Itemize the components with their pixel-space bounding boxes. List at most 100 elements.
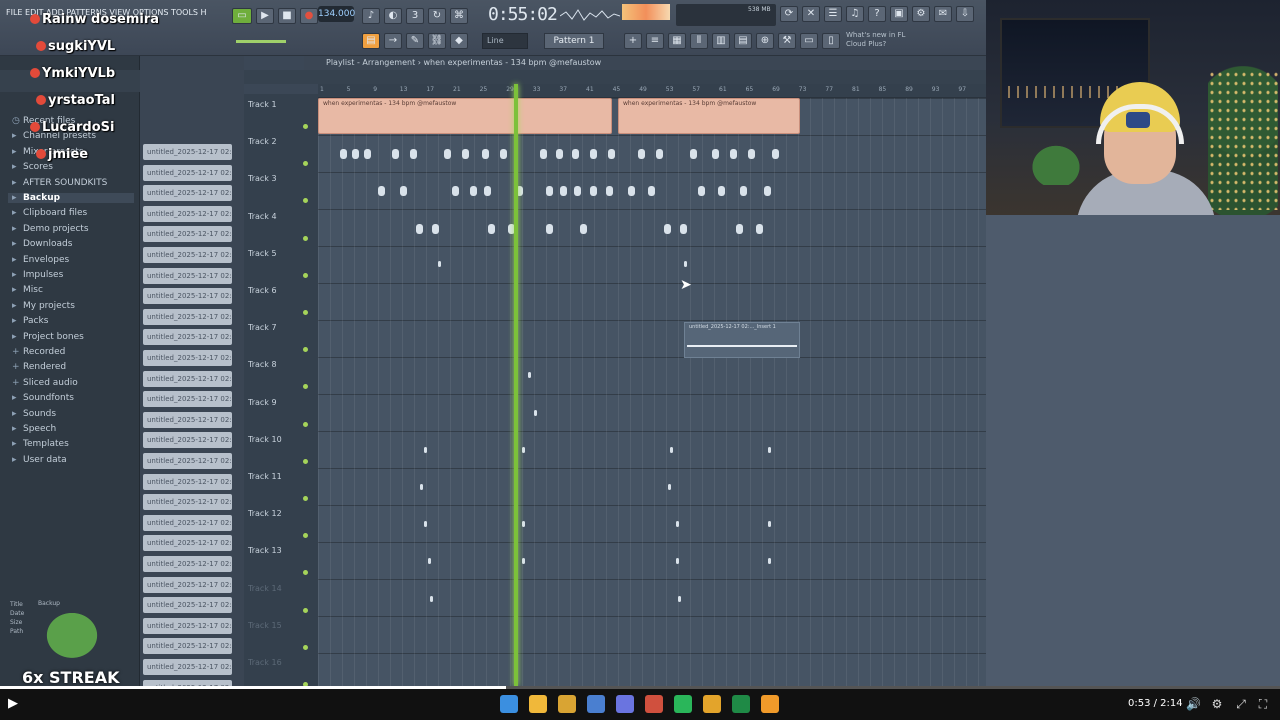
file-explorer-icon[interactable] xyxy=(529,695,547,713)
pattern-note[interactable] xyxy=(680,223,687,234)
pattern-note[interactable] xyxy=(560,186,567,197)
pattern-note[interactable] xyxy=(424,521,427,528)
browser-item[interactable]: ▸ My projects xyxy=(12,301,75,311)
pattern-note[interactable] xyxy=(522,521,525,528)
browser-item[interactable]: ▸ Misc xyxy=(12,285,43,295)
browser-item[interactable]: ▸ Envelopes xyxy=(12,255,69,265)
track-name[interactable]: Track 14 xyxy=(248,584,282,593)
pattern-note[interactable] xyxy=(534,409,537,416)
microphone-icon[interactable]: ♫ xyxy=(846,6,864,22)
browser-item[interactable]: + Sliced audio xyxy=(12,378,78,388)
browser-item[interactable]: ▸ Scores xyxy=(12,162,53,172)
chat-icon[interactable]: ✉ xyxy=(934,6,952,22)
browser-item[interactable]: ▸ User data xyxy=(12,455,67,465)
stop-icon[interactable]: ■ xyxy=(278,8,296,24)
browser-item[interactable]: ▸ Soundfonts xyxy=(12,393,74,403)
automation-clip[interactable]: untitled_2025-12-17 02:..._Insert 1 xyxy=(684,322,800,358)
project-list-item[interactable]: untitled_2025-12-17 02: xyxy=(143,205,232,222)
pattern-note[interactable] xyxy=(718,186,725,197)
track-name[interactable]: Track 8 xyxy=(248,360,277,369)
settings-icon[interactable]: ⚙ xyxy=(1210,697,1224,711)
pattern-note[interactable] xyxy=(580,223,587,234)
help-icon[interactable]: ? xyxy=(868,6,886,22)
plugin-icon[interactable]: ⚙ xyxy=(912,6,930,22)
pattern-note[interactable] xyxy=(736,223,743,234)
save-icon[interactable]: ▣ xyxy=(890,6,908,22)
project-list-item[interactable]: untitled_2025-12-17 02: xyxy=(143,308,232,325)
pattern-note[interactable] xyxy=(740,186,747,197)
track-mute-led[interactable] xyxy=(303,124,308,129)
pattern-note[interactable] xyxy=(556,149,563,160)
browser-item[interactable]: ▸ Speech xyxy=(12,424,56,434)
arrow-right-icon[interactable]: → xyxy=(384,33,402,49)
pattern-note[interactable] xyxy=(664,223,671,234)
track-mute-led[interactable] xyxy=(303,384,308,390)
pattern-note[interactable] xyxy=(452,186,459,197)
track-mute-led[interactable] xyxy=(303,458,308,464)
browser-item[interactable]: ▸ Impulses xyxy=(12,270,63,280)
track-name[interactable]: Track 16 xyxy=(248,658,282,667)
pattern-note[interactable] xyxy=(340,149,347,160)
browser-item[interactable]: ▸ Backup xyxy=(8,193,134,203)
project-list-item[interactable]: untitled_2025-12-17 02: xyxy=(143,473,232,490)
piano-roll-icon[interactable]: ▦ xyxy=(668,33,686,49)
mixer-icon[interactable]: ✕ xyxy=(802,6,820,22)
pattern-note[interactable] xyxy=(608,149,615,160)
project-list-item[interactable]: untitled_2025-12-17 02: xyxy=(143,329,232,346)
audio-clip-1[interactable]: when experimentas - 134 bpm @mefaustow xyxy=(318,98,612,134)
pattern-note[interactable] xyxy=(670,446,673,453)
browser-item[interactable]: ▸ Packs xyxy=(12,316,48,326)
channel-rack-icon[interactable]: ☰ xyxy=(824,6,842,22)
browser-item[interactable]: ▸ Templates xyxy=(12,439,69,449)
project-list-item[interactable]: untitled_2025-12-17 02: xyxy=(143,514,232,531)
track-mute-led[interactable] xyxy=(303,161,308,167)
track-mute-led[interactable] xyxy=(303,421,308,427)
browser-item[interactable]: ▸ Sounds xyxy=(12,409,56,419)
browser-item[interactable]: ▸ Downloads xyxy=(12,239,72,249)
step-edit-icon[interactable]: ⌘ xyxy=(450,8,468,24)
pattern-note[interactable] xyxy=(590,186,597,197)
pattern-note[interactable] xyxy=(684,260,687,267)
track-mute-led[interactable] xyxy=(303,272,308,278)
pattern-note[interactable] xyxy=(768,558,771,565)
pattern-note[interactable] xyxy=(378,186,385,197)
link-icon[interactable]: ⛓ xyxy=(428,33,446,49)
pattern-note[interactable] xyxy=(764,186,771,197)
wait-input-icon[interactable]: ◐ xyxy=(384,8,402,24)
pattern-note[interactable] xyxy=(462,149,469,160)
browser-item[interactable]: ▸ Project bones xyxy=(12,332,84,342)
pattern-note[interactable] xyxy=(574,186,581,197)
pattern-note[interactable] xyxy=(590,149,597,160)
project-list-item[interactable]: untitled_2025-12-17 02: xyxy=(143,288,232,305)
pattern-note[interactable] xyxy=(676,521,679,528)
track-name[interactable]: Track 4 xyxy=(248,212,277,221)
pattern-note[interactable] xyxy=(690,149,697,160)
pattern-note[interactable] xyxy=(364,149,371,160)
pattern-note[interactable] xyxy=(500,149,507,160)
song-time-display[interactable]: 0:55:02 xyxy=(488,4,558,26)
project-list-item[interactable]: untitled_2025-12-17 02: xyxy=(143,597,232,614)
project-list-item[interactable]: untitled_2025-12-17 02: xyxy=(143,556,232,572)
playlist-icon[interactable]: ≡ xyxy=(646,33,664,49)
track-name[interactable]: Track 5 xyxy=(248,249,277,258)
project-list-item[interactable]: untitled_2025-12-17 02: xyxy=(143,247,232,263)
play-icon[interactable]: ▶ xyxy=(8,697,22,711)
audio-clip-2[interactable]: when experimentas - 134 bpm @mefaustow xyxy=(618,98,800,134)
track-name[interactable]: Track 6 xyxy=(248,286,277,295)
browser-item[interactable]: ▸ Clipboard files xyxy=(12,208,87,218)
discord-icon[interactable] xyxy=(616,695,634,713)
pattern-note[interactable] xyxy=(606,186,613,197)
track-mute-led[interactable] xyxy=(303,198,308,204)
pattern-note[interactable] xyxy=(484,186,491,197)
pattern-note[interactable] xyxy=(424,446,427,453)
line-mode-select[interactable]: Line xyxy=(482,33,528,49)
pattern-note[interactable] xyxy=(678,595,681,602)
browser-item[interactable]: ▸ Demo projects xyxy=(12,224,89,234)
download-icon[interactable]: ⇩ xyxy=(956,6,974,22)
master-volume-slider[interactable] xyxy=(236,40,286,43)
track-name[interactable]: Track 11 xyxy=(248,472,282,481)
windows-start-icon[interactable] xyxy=(500,695,518,713)
loop-record-icon[interactable]: ↻ xyxy=(428,8,446,24)
pattern-note[interactable] xyxy=(648,186,655,197)
add-pattern-icon[interactable]: + xyxy=(624,33,642,49)
